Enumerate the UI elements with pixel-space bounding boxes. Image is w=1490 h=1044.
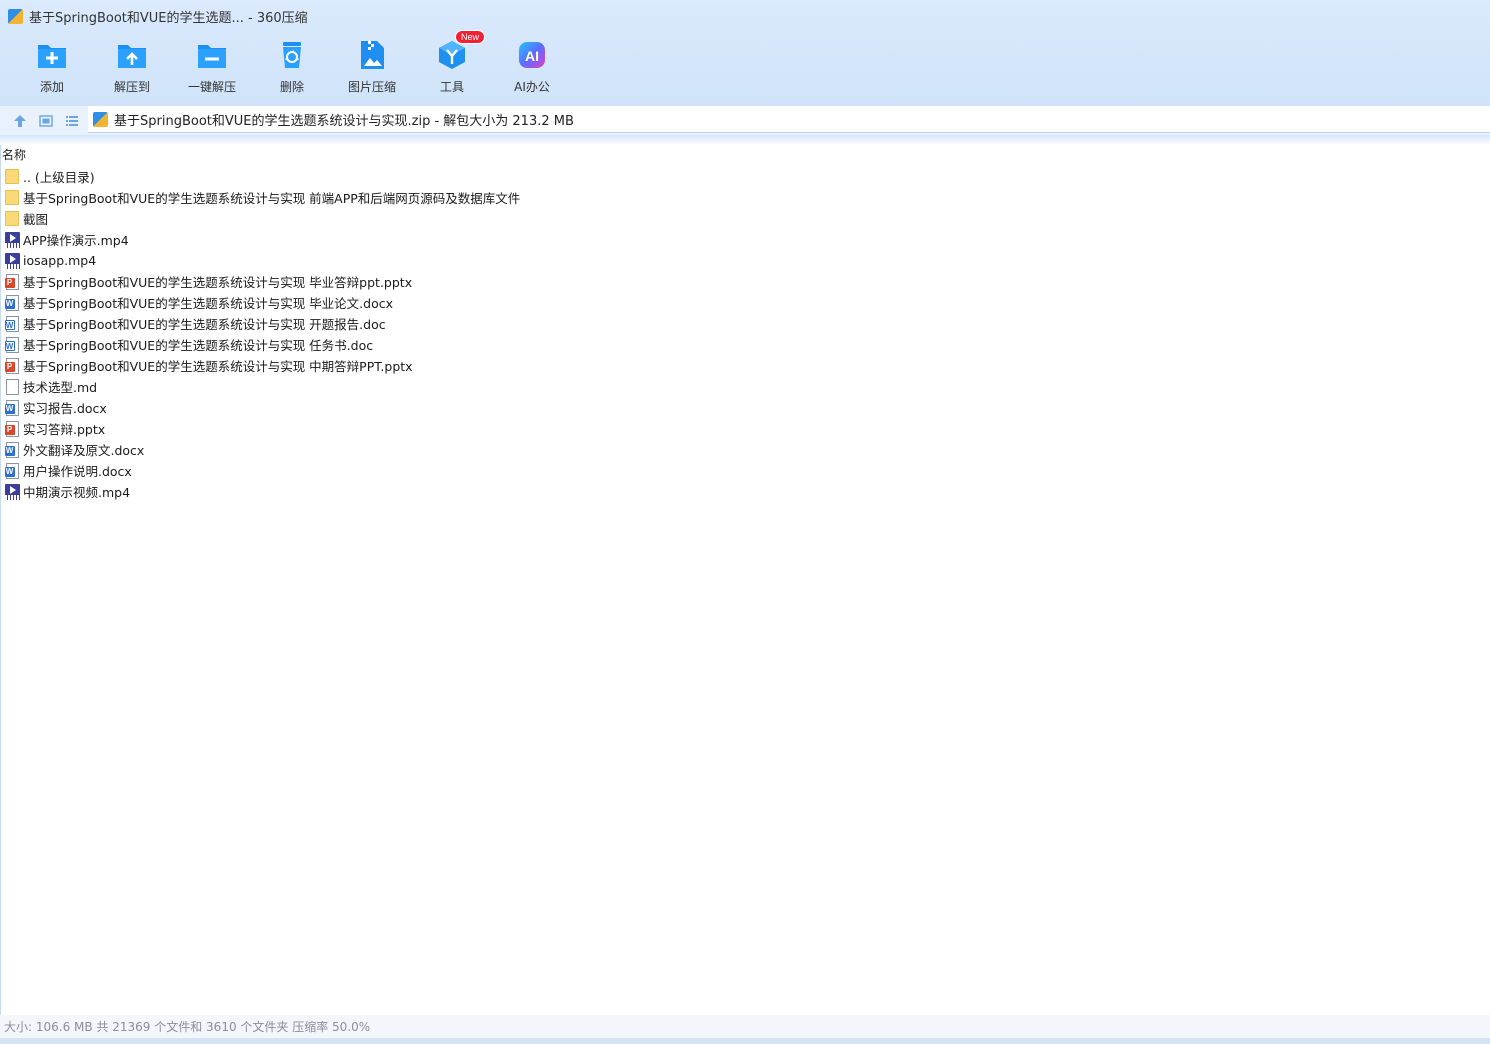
add-button[interactable]: 添加 [12,38,92,98]
file-name: 截图 [23,212,49,227]
file-name: 实习报告.docx [23,401,107,416]
blank-file-icon [4,378,20,395]
file-name: 技术选型.md [23,380,98,395]
one-click-extract-label: 一键解压 [187,80,236,94]
app-logo-icon [8,8,23,24]
tools-button[interactable]: New 工具 [412,30,492,98]
word-file-icon: W [4,315,20,332]
file-name: 实习答辩.pptx [23,422,106,437]
word-file-icon: W [4,441,20,458]
list-item[interactable]: W 实习报告.docx [4,397,520,418]
word-file-icon: W [4,336,20,353]
title-toolbar-area: 基于SpringBoot和VUE的学生选题... - 360压缩 添加 解压到 … [0,0,1490,106]
add-folder-icon [35,38,69,72]
list-item[interactable]: 技术选型.md [4,376,520,397]
video-file-icon [4,231,20,248]
ai-office-label: AI办公 [514,80,550,94]
file-name: 外文翻译及原文.docx [23,443,145,458]
list-item[interactable]: P 基于SpringBoot和VUE的学生选题系统设计与实现 中期答辩PPT.p… [4,355,520,376]
window-title-bar: 基于SpringBoot和VUE的学生选题... - 360压缩 [8,6,308,26]
list-item[interactable]: W 外文翻译及原文.docx [4,439,520,460]
word-file-icon: W [4,462,20,479]
add-label: 添加 [39,80,64,94]
list-item[interactable]: W 基于SpringBoot和VUE的学生选题系统设计与实现 毕业论文.docx [4,292,520,313]
bottom-edge [0,1038,1490,1044]
tools-icon: New [435,30,486,72]
file-name: 基于SpringBoot和VUE的学生选题系统设计与实现 毕业答辩ppt.ppt… [23,275,413,290]
extract-to-icon [115,38,149,72]
powerpoint-file-icon: P [4,273,20,290]
file-name: .. (上级目录) [23,170,95,185]
image-compress-button[interactable]: 图片压缩 [332,38,412,98]
list-item[interactable]: P 基于SpringBoot和VUE的学生选题系统设计与实现 毕业答辩ppt.p… [4,271,520,292]
thumbnail-view-icon [38,114,53,127]
toolbar: 添加 解压到 一键解压 删除 图片压缩 New 工具 AI AI办公 [12,30,572,98]
window-title: 基于SpringBoot和VUE的学生选题... - 360压缩 [29,10,308,26]
column-header-name[interactable]: 名称 [2,146,26,163]
image-compress-label: 图片压缩 [347,80,396,94]
ai-office-icon: AI [515,38,549,72]
file-name: 基于SpringBoot和VUE的学生选题系统设计与实现 毕业论文.docx [23,296,394,311]
file-name: 基于SpringBoot和VUE的学生选题系统设计与实现 任务书.doc [23,338,374,353]
file-name: 用户操作说明.docx [23,464,132,479]
list-item[interactable]: 截图 [4,208,520,229]
list-item[interactable]: .. (上级目录) [4,166,520,187]
folder-icon [4,210,20,227]
file-list: .. (上级目录) 基于SpringBoot和VUE的学生选题系统设计与实现 前… [4,166,520,502]
image-compress-icon [355,38,389,72]
file-name: APP操作演示.mp4 [23,233,129,248]
extract-to-button[interactable]: 解压到 [92,38,172,98]
extract-to-label: 解压到 [113,80,150,94]
list-item[interactable]: P 实习答辩.pptx [4,418,520,439]
recycle-delete-icon [275,38,309,72]
video-file-icon [4,483,20,500]
list-view-icon [65,115,78,126]
powerpoint-file-icon: P [4,420,20,437]
word-file-icon: W [4,294,20,311]
one-click-extract-button[interactable]: 一键解压 [172,38,252,98]
ai-office-button[interactable]: AI AI办公 [492,38,572,98]
powerpoint-file-icon: P [4,357,20,374]
folder-icon [4,168,20,185]
file-name: 基于SpringBoot和VUE的学生选题系统设计与实现 中期答辩PPT.ppt… [23,359,413,374]
status-bar: 大小: 106.6 MB 共 21369 个文件和 3610 个文件夹 压缩率 … [0,1015,1490,1038]
file-name: 基于SpringBoot和VUE的学生选题系统设计与实现 开题报告.doc [23,317,386,332]
header-separator [0,135,1490,145]
list-view-button[interactable] [63,112,80,129]
list-item[interactable]: iosapp.mp4 [4,250,520,271]
list-item[interactable]: 中期演示视频.mp4 [4,481,520,502]
file-name: iosapp.mp4 [23,253,97,268]
archive-path-text: 基于SpringBoot和VUE的学生选题系统设计与实现.zip - 解包大小为… [114,113,574,129]
archive-icon [93,111,108,127]
tools-label: 工具 [439,80,464,94]
ai-icon-text: AI [525,48,539,64]
thumbnail-view-button[interactable] [37,112,54,129]
word-file-icon: W [4,399,20,416]
delete-label: 删除 [279,80,304,94]
list-border [0,145,1,1015]
file-name: 中期演示视频.mp4 [23,485,131,500]
file-name: 基于SpringBoot和VUE的学生选题系统设计与实现 前端APP和后端网页源… [23,191,521,206]
one-click-extract-icon [195,38,229,72]
address-bar[interactable]: 基于SpringBoot和VUE的学生选题系统设计与实现.zip - 解包大小为… [88,106,1490,133]
list-item[interactable]: W 基于SpringBoot和VUE的学生选题系统设计与实现 开题报告.doc [4,313,520,334]
status-text: 大小: 106.6 MB 共 21369 个文件和 3610 个文件夹 压缩率 … [4,1020,371,1034]
list-item[interactable]: APP操作演示.mp4 [4,229,520,250]
video-file-icon [4,252,20,269]
delete-button[interactable]: 删除 [252,38,332,98]
list-item[interactable]: W 基于SpringBoot和VUE的学生选题系统设计与实现 任务书.doc [4,334,520,355]
list-item[interactable]: 基于SpringBoot和VUE的学生选题系统设计与实现 前端APP和后端网页源… [4,187,520,208]
folder-icon [4,189,20,206]
new-badge: New [455,30,486,44]
list-item[interactable]: W 用户操作说明.docx [4,460,520,481]
arrow-up-icon [13,114,26,127]
up-level-button[interactable] [11,112,28,129]
